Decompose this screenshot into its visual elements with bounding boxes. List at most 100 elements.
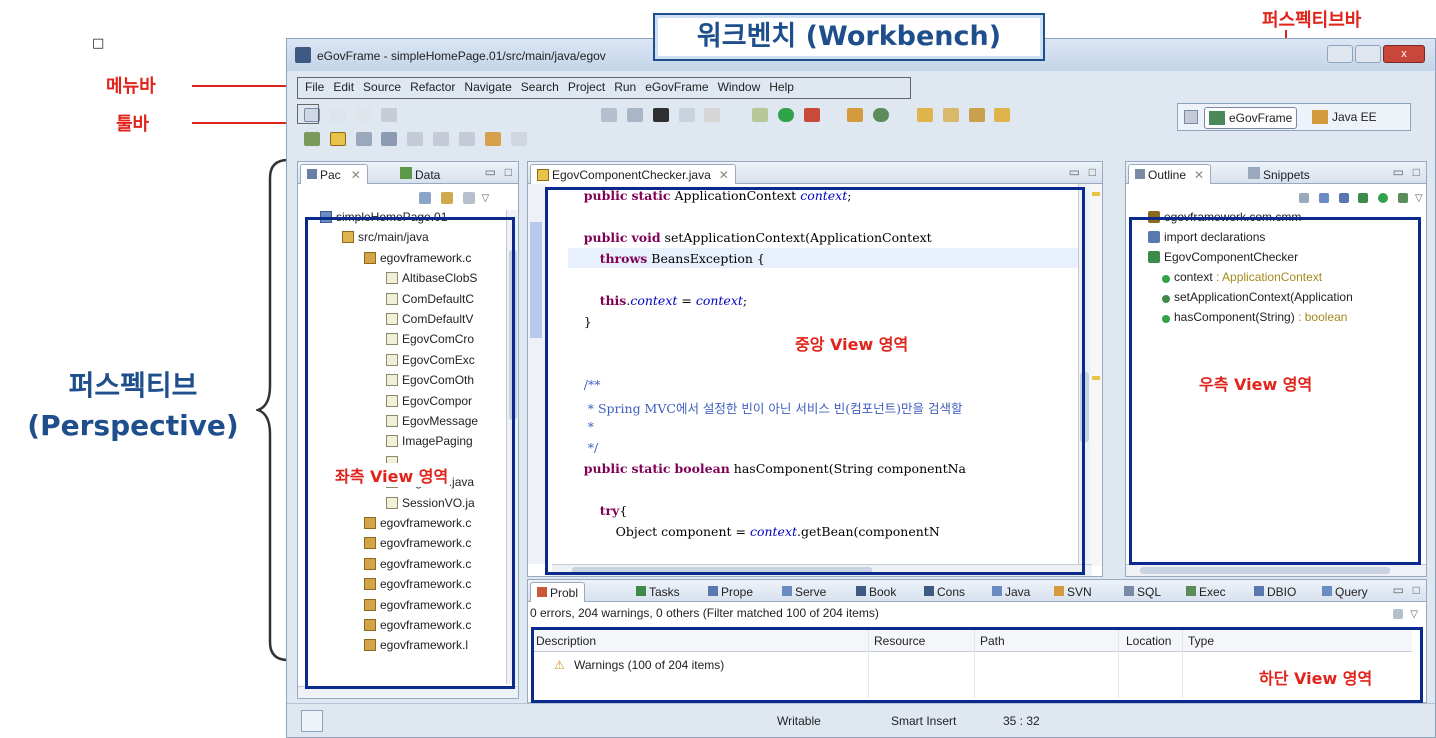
- debug-icon[interactable]: [752, 107, 769, 122]
- filter-icon[interactable]: [462, 191, 475, 204]
- server-icon[interactable]: [601, 107, 618, 122]
- view-menu-icon[interactable]: ▽: [481, 193, 489, 204]
- run-icon[interactable]: [777, 107, 794, 122]
- save-all-icon[interactable]: [355, 107, 372, 122]
- pin-icon[interactable]: [304, 131, 320, 146]
- bottom-filter-icon[interactable]: [1393, 608, 1404, 619]
- menu-item-edit[interactable]: Edit: [333, 80, 354, 94]
- tab-book[interactable]: Book: [850, 582, 902, 602]
- tab-serve[interactable]: Serve: [776, 582, 832, 602]
- tab-editor-file[interactable]: EgovComponentChecker.java ✕: [530, 164, 736, 184]
- sort-icon[interactable]: [1318, 192, 1329, 203]
- warning-marker: [1092, 192, 1100, 196]
- link-icon[interactable]: [355, 131, 372, 146]
- close-tab-icon[interactable]: ✕: [351, 168, 361, 182]
- menu-item-help[interactable]: Help: [769, 80, 794, 94]
- tab-data-label: Data: [415, 168, 441, 182]
- menu-item-refactor[interactable]: Refactor: [410, 80, 455, 94]
- hide-nonpublic-icon[interactable]: [1378, 192, 1389, 203]
- query-icon: [1322, 586, 1332, 596]
- prev-annotation-icon[interactable]: [458, 131, 475, 146]
- tab-probl[interactable]: Probl: [530, 582, 586, 602]
- link-editor-icon[interactable]: [440, 191, 453, 204]
- close-outline-icon[interactable]: ✕: [1194, 168, 1204, 182]
- maximize-icon[interactable]: [1355, 45, 1381, 63]
- collapse-all-icon[interactable]: [419, 191, 431, 204]
- wand-icon[interactable]: [968, 107, 985, 122]
- menu-item-window[interactable]: Window: [718, 80, 761, 94]
- outline-actions: ▽: [1296, 190, 1423, 204]
- grid-icon[interactable]: [847, 107, 864, 122]
- minimize-bottom-icon[interactable]: ▭: [1393, 583, 1404, 597]
- gear-icon[interactable]: [873, 107, 890, 122]
- tab-sql[interactable]: SQL: [1118, 582, 1167, 602]
- maximize-editor-icon[interactable]: □: [1089, 165, 1096, 179]
- center-view-box: [545, 187, 1085, 575]
- outline-menu-icon[interactable]: ▽: [1415, 193, 1423, 204]
- paragraph-icon[interactable]: [407, 131, 424, 146]
- collapse-icon[interactable]: [1299, 192, 1309, 203]
- menu-item-source[interactable]: Source: [363, 80, 401, 94]
- save-icon[interactable]: [329, 107, 346, 122]
- forward-icon[interactable]: [510, 131, 527, 146]
- tab-dbio[interactable]: DBIO: [1248, 582, 1302, 602]
- minimize-editor-icon[interactable]: ▭: [1069, 165, 1080, 179]
- fast-view-icon[interactable]: [301, 710, 323, 732]
- tab-query[interactable]: Query: [1316, 582, 1374, 602]
- back-icon[interactable]: [484, 131, 501, 146]
- deploy-icon[interactable]: [626, 107, 643, 122]
- tab-package-explorer[interactable]: Pac ✕: [300, 164, 368, 184]
- menu-item-egovframe[interactable]: eGovFrame: [645, 80, 708, 94]
- menu-item-file[interactable]: File: [305, 80, 324, 94]
- maximize-view-icon[interactable]: □: [505, 165, 512, 179]
- tab-tasks[interactable]: Tasks: [630, 582, 686, 602]
- search-icon[interactable]: [803, 107, 820, 122]
- bottom-menu-icon[interactable]: ▽: [1410, 609, 1418, 620]
- window-controls: x: [1327, 43, 1427, 65]
- command-icon[interactable]: [704, 107, 721, 122]
- menu-item-project[interactable]: Project: [568, 80, 605, 94]
- minimize-outline-icon[interactable]: ▭: [1393, 165, 1404, 179]
- perspective-javaee[interactable]: Java EE: [1312, 110, 1377, 124]
- tab-svn[interactable]: SVN: [1048, 582, 1098, 602]
- hide-static-icon[interactable]: [1358, 192, 1369, 203]
- maximize-bottom-icon[interactable]: □: [1413, 583, 1420, 597]
- outline-icon: [1135, 169, 1145, 179]
- highlight-icon[interactable]: [329, 131, 346, 146]
- tab-snippets[interactable]: Snippets: [1242, 164, 1316, 184]
- minimize-icon[interactable]: [1327, 45, 1353, 63]
- tab-label: Book: [869, 585, 897, 599]
- terminal-icon[interactable]: [652, 107, 669, 122]
- minimize-view-icon[interactable]: ▭: [485, 165, 496, 179]
- perspective-egovframe[interactable]: eGovFrame: [1204, 107, 1298, 129]
- close-editor-tab-icon[interactable]: ✕: [719, 168, 729, 182]
- next-annotation-icon[interactable]: [433, 131, 450, 146]
- edit-icon[interactable]: [678, 107, 695, 122]
- hide-local-icon[interactable]: [1398, 192, 1409, 203]
- java-icon: [992, 586, 1002, 596]
- tab-outline[interactable]: Outline ✕: [1128, 164, 1212, 184]
- tab-java[interactable]: Java: [986, 582, 1036, 602]
- browse-icon[interactable]: [942, 107, 959, 122]
- outline-hscroll-thumb[interactable]: [1140, 567, 1390, 574]
- close-icon[interactable]: x: [1383, 45, 1425, 63]
- tab-data[interactable]: Data: [394, 164, 446, 184]
- outline-horizontal-scrollbar[interactable]: [1126, 564, 1426, 576]
- tab-prope[interactable]: Prope: [702, 582, 759, 602]
- tab-cons[interactable]: Cons: [918, 582, 971, 602]
- open-folder-icon[interactable]: [916, 107, 933, 122]
- tab-exec[interactable]: Exec: [1180, 582, 1232, 602]
- print-icon[interactable]: [381, 107, 398, 122]
- workbench-window: eGovFrame - simpleHomePage.01/src/main/j…: [286, 13, 1436, 738]
- block-icon[interactable]: [381, 131, 398, 146]
- maximize-outline-icon[interactable]: □: [1413, 165, 1420, 179]
- menu-item-run[interactable]: Run: [614, 80, 636, 94]
- workbench-callout: 워크벤치 (Workbench): [653, 13, 1045, 61]
- menu-item-navigate[interactable]: Navigate: [464, 80, 511, 94]
- open-perspective-icon[interactable]: [1184, 110, 1198, 124]
- menu-item-search[interactable]: Search: [521, 80, 559, 94]
- hide-fields-icon[interactable]: [1338, 192, 1349, 203]
- tab-label: Serve: [795, 585, 827, 599]
- left-view-annotation: 좌측 View 영역: [333, 463, 451, 487]
- folder-icon[interactable]: [994, 107, 1011, 122]
